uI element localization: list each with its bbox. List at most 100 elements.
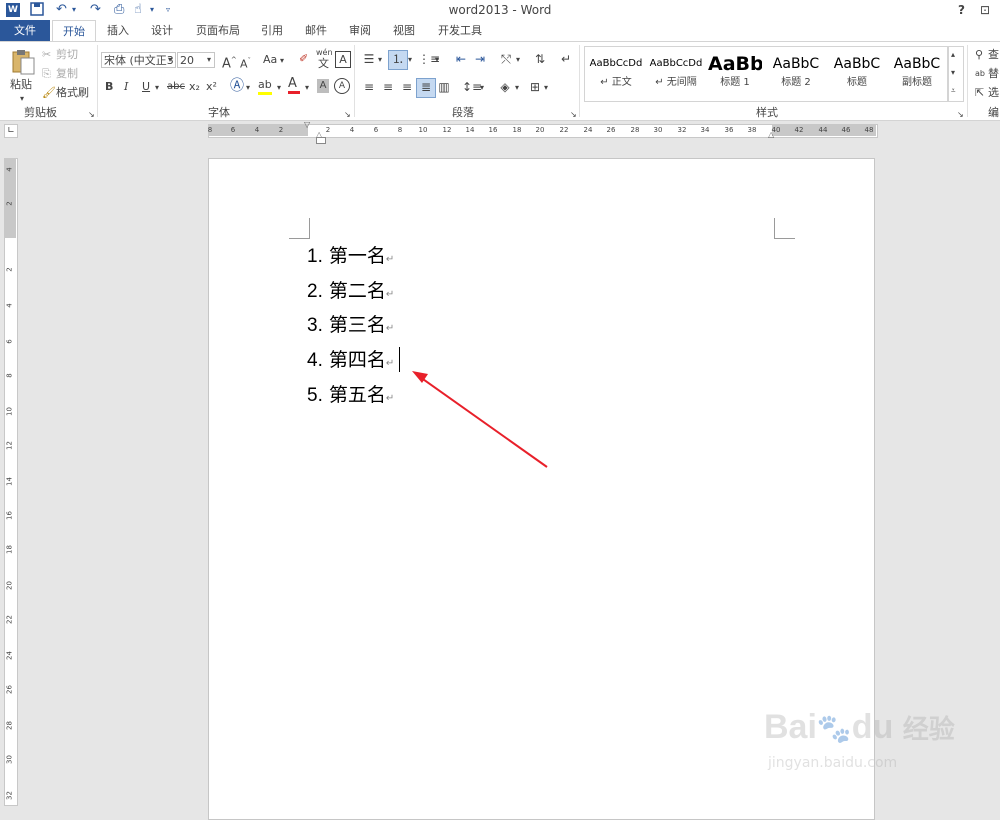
styles-scroll-up-icon[interactable]: ▴ <box>951 48 955 62</box>
ruler-tick-label: 4 <box>254 126 260 134</box>
paste-button[interactable]: 粘贴 <box>10 78 38 92</box>
numbering-icon[interactable]: ⒈ <box>388 50 408 70</box>
bullets-dropdown-icon[interactable]: ▾ <box>378 53 382 67</box>
borders-dropdown-icon[interactable]: ▾ <box>544 81 548 95</box>
phonetic-guide-button[interactable]: 文 <box>318 57 329 71</box>
text-effects-dropdown-icon[interactable]: ▾ <box>246 81 250 95</box>
paste-icon[interactable] <box>10 48 36 76</box>
find-icon[interactable]: ⚲ <box>975 48 983 62</box>
justify-icon[interactable]: ≣ <box>416 78 436 98</box>
shading-icon[interactable]: ◈ <box>497 79 513 95</box>
tab-references[interactable]: 引用 <box>254 20 290 41</box>
enclose-characters-button[interactable]: A <box>334 78 350 94</box>
grow-font-icon[interactable]: A^ <box>222 53 237 71</box>
find-button[interactable]: 查 <box>988 48 999 62</box>
style-title[interactable]: AaBbC 标题 <box>827 48 887 98</box>
decrease-indent-icon[interactable]: ⇤ <box>453 51 469 67</box>
font-name-dropdown-icon[interactable]: ▾ <box>168 53 172 67</box>
help-button[interactable]: ? <box>958 2 970 18</box>
align-center-icon[interactable]: ≡ <box>380 79 396 95</box>
style-subtitle[interactable]: AaBbC 副标题 <box>887 48 947 98</box>
distributed-icon[interactable]: ▥ <box>436 79 452 95</box>
shading-dropdown-icon[interactable]: ▾ <box>515 81 519 95</box>
list-item[interactable]: 1. 第一名↵ <box>307 241 394 271</box>
strikethrough-button[interactable]: abc <box>167 80 185 94</box>
replace-icon[interactable]: ab <box>975 67 985 81</box>
paste-dropdown-icon[interactable]: ▾ <box>20 92 24 106</box>
format-painter-icon[interactable]: 🖌 <box>42 86 56 100</box>
list-item[interactable]: 4. 第四名↵ <box>307 345 394 375</box>
tab-home[interactable]: 开始 <box>52 20 96 42</box>
sort-icon[interactable]: ⇅ <box>532 51 548 67</box>
shrink-font-icon[interactable]: Aˇ <box>240 54 251 72</box>
font-name-combo[interactable]: 宋体 (中文正3 <box>101 52 176 68</box>
tab-selector-icon[interactable]: ∟ <box>4 124 18 138</box>
subscript-button[interactable]: x₂ <box>189 80 200 94</box>
font-color-icon[interactable]: A <box>288 77 300 94</box>
underline-button[interactable]: U <box>142 80 150 94</box>
tab-page-layout[interactable]: 页面布局 <box>188 20 248 41</box>
clear-formatting-icon[interactable]: ✐ <box>299 52 308 66</box>
bullets-icon[interactable]: ☰ <box>361 51 377 67</box>
tab-view[interactable]: 视图 <box>386 20 422 41</box>
change-case-dropdown-icon[interactable]: ▾ <box>280 54 284 68</box>
tab-mailings[interactable]: 邮件 <box>298 20 334 41</box>
tab-design[interactable]: 设计 <box>144 20 180 41</box>
styles-more-icon[interactable]: ⩡ <box>951 84 956 98</box>
cut-icon[interactable]: ✂ <box>42 48 51 62</box>
tab-review[interactable]: 审阅 <box>342 20 378 41</box>
show-hide-marks-icon[interactable]: ↵ <box>560 51 572 67</box>
numbering-dropdown-icon[interactable]: ▾ <box>408 53 412 67</box>
line-spacing-dropdown-icon[interactable]: ▾ <box>480 81 484 95</box>
styles-launcher-icon[interactable]: ↘ <box>957 108 964 122</box>
font-launcher-icon[interactable]: ↘ <box>344 108 351 122</box>
select-button[interactable]: 选 <box>988 86 999 100</box>
paragraph-launcher-icon[interactable]: ↘ <box>570 108 577 122</box>
increase-indent-icon[interactable]: ⇥ <box>472 51 488 67</box>
underline-dropdown-icon[interactable]: ▾ <box>155 81 159 95</box>
change-case-button[interactable]: Aa <box>263 53 277 67</box>
style-no-spacing[interactable]: AaBbCcDd ↵ 无间隔 <box>646 48 706 98</box>
clipboard-launcher-icon[interactable]: ↘ <box>88 108 95 122</box>
tab-developer[interactable]: 开发工具 <box>432 20 488 41</box>
list-item[interactable]: 3. 第三名↵ <box>307 310 394 340</box>
replace-button[interactable]: 替 <box>988 67 999 81</box>
style-normal[interactable]: AaBbCcDd ↵ 正文 <box>586 48 646 98</box>
chinese-layout-icon[interactable]: ⤲ <box>498 51 514 67</box>
styles-scroll-down-icon[interactable]: ▾ <box>951 66 955 80</box>
list-item[interactable]: 5. 第五名↵ <box>307 380 394 410</box>
left-indent-marker[interactable] <box>316 137 326 144</box>
highlight-icon[interactable]: ab <box>258 78 272 95</box>
text-effects-icon[interactable]: Ⓐ <box>230 79 244 93</box>
style-sample: AaBbC <box>772 56 820 72</box>
cut-button[interactable]: 剪切 <box>56 48 78 62</box>
character-border-button[interactable]: A <box>335 51 351 68</box>
font-size-dropdown-icon[interactable]: ▾ <box>207 53 211 67</box>
multilevel-dropdown-icon[interactable]: ▾ <box>435 53 439 67</box>
format-painter-button[interactable]: 格式刷 <box>56 86 89 100</box>
superscript-button[interactable]: x² <box>206 80 217 94</box>
select-icon[interactable]: ⇱ <box>975 86 984 100</box>
style-heading-1[interactable]: AaBb 标题 1 <box>708 48 762 98</box>
align-left-icon[interactable]: ≡ <box>361 79 377 95</box>
multilevel-list-icon[interactable]: ⋮≡ <box>418 51 440 67</box>
ribbon-display-button[interactable]: ⊡ <box>980 2 994 18</box>
character-shading-button[interactable]: A <box>317 79 329 93</box>
line-spacing-icon[interactable]: ↕≡ <box>462 79 482 95</box>
tab-insert[interactable]: 插入 <box>100 20 136 41</box>
font-color-dropdown-icon[interactable]: ▾ <box>305 81 309 95</box>
copy-icon[interactable]: ⎘ <box>42 67 51 81</box>
list-item[interactable]: 2. 第二名↵ <box>307 276 394 306</box>
style-heading-2[interactable]: AaBbC 标题 2 <box>766 48 826 98</box>
borders-icon[interactable]: ⊞ <box>527 79 543 95</box>
tab-file[interactable]: 文件 <box>0 20 50 41</box>
italic-button[interactable]: I <box>124 80 128 94</box>
watermark-brand-2: du <box>851 708 894 746</box>
copy-button[interactable]: 复制 <box>56 67 78 81</box>
align-right-icon[interactable]: ≡ <box>399 79 415 95</box>
chinese-layout-dropdown-icon[interactable]: ▾ <box>516 53 520 67</box>
bold-button[interactable]: B <box>105 80 113 94</box>
highlight-dropdown-icon[interactable]: ▾ <box>277 81 281 95</box>
right-indent-marker[interactable]: △ <box>768 131 776 139</box>
first-line-indent-marker[interactable]: ▽ <box>304 121 312 129</box>
